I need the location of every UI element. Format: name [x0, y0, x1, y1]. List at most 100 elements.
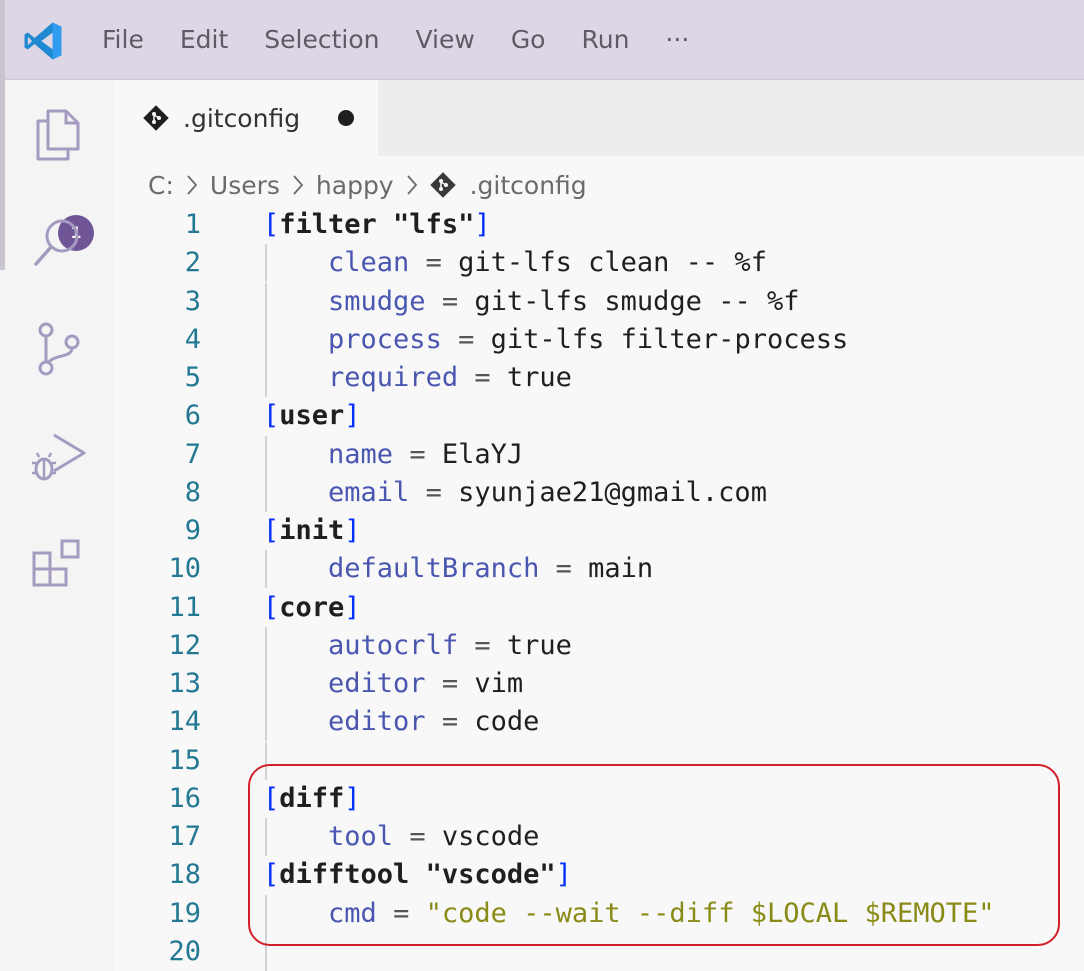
line-number: 8: [184, 476, 201, 508]
unsaved-dot-icon[interactable]: [338, 110, 355, 126]
code-content: name = ElaYJ: [328, 438, 524, 470]
code-line[interactable]: 8 email = syunjae21@gmail.com: [113, 473, 1084, 512]
chevron-right-icon: [293, 175, 304, 195]
breadcrumb: C: Users happy .gitconfig: [148, 166, 587, 204]
menu-edit[interactable]: Edit: [162, 0, 246, 80]
code-content: [filter "lfs"]: [263, 206, 491, 244]
line-number: 14: [168, 706, 201, 738]
menu-bar: File Edit Selection View Go Run ···: [84, 0, 707, 80]
breadcrumb-file[interactable]: .gitconfig: [470, 171, 587, 200]
config-value: git-lfs smudge -- %f: [474, 285, 800, 317]
bracket-open: [: [263, 209, 280, 240]
breadcrumb-happy[interactable]: happy: [316, 171, 394, 200]
menu-file[interactable]: File: [84, 0, 162, 80]
activity-bar: 1: [0, 80, 113, 971]
code-content: clean = git-lfs clean -- %f: [328, 247, 767, 279]
line-number: 1: [184, 209, 201, 240]
code-line[interactable]: 9 [init]: [113, 512, 1084, 550]
code-line[interactable]: 5 required = true: [113, 359, 1084, 397]
line-number: 5: [184, 362, 201, 393]
menu-view[interactable]: View: [397, 0, 492, 80]
line-number: 6: [184, 400, 201, 432]
tab-label: .gitconfig: [183, 103, 301, 133]
config-value: true: [506, 362, 572, 393]
highlight-annotation-box: [248, 764, 1060, 946]
code-content: smudge = git-lfs smudge -- %f: [328, 285, 800, 317]
section-name: filter "lfs": [279, 209, 475, 240]
search-icon[interactable]: [28, 212, 88, 272]
code-content: defaultBranch = main: [328, 553, 654, 585]
code-content: required = true: [328, 362, 572, 393]
code-content: autocrlf = true: [328, 629, 572, 661]
section-name: init: [279, 515, 345, 546]
code-line[interactable]: 3 smudge = git-lfs smudge -- %f: [113, 282, 1084, 321]
config-key: name: [328, 438, 394, 470]
menu-go[interactable]: Go: [493, 0, 564, 80]
source-control-icon[interactable]: [28, 318, 88, 378]
config-value: main: [588, 553, 654, 585]
code-line[interactable]: 11 [core]: [113, 589, 1084, 627]
config-key: email: [328, 476, 410, 508]
config-value: true: [506, 629, 572, 661]
run-debug-icon[interactable]: [28, 427, 88, 487]
config-key: smudge: [328, 285, 426, 317]
bracket-close: ]: [344, 400, 361, 432]
chevron-right-icon: [406, 175, 417, 195]
config-key: required: [328, 362, 459, 393]
code-line[interactable]: 2 clean = git-lfs clean -- %f: [113, 244, 1084, 283]
bracket-close: ]: [344, 591, 361, 623]
line-number: 16: [168, 782, 201, 814]
chevron-right-icon: [187, 175, 198, 195]
bracket-open: [: [263, 515, 280, 546]
git-file-icon: [429, 172, 456, 198]
config-value: git-lfs clean -- %f: [458, 247, 767, 279]
code-line[interactable]: 6 [user]: [113, 397, 1084, 435]
config-key: clean: [328, 247, 410, 279]
breadcrumb-users[interactable]: Users: [210, 171, 280, 200]
git-file-icon: [143, 105, 169, 131]
code-line[interactable]: 14 editor = code: [113, 703, 1084, 742]
code-content: [user]: [263, 397, 361, 435]
code-content: process = git-lfs filter-process: [328, 323, 849, 355]
section-name: core: [279, 591, 345, 623]
menu-selection[interactable]: Selection: [246, 0, 397, 80]
config-key: defaultBranch: [328, 553, 540, 585]
config-value: syunjae21@gmail.com: [458, 476, 767, 508]
bracket-open: [: [263, 400, 280, 432]
line-number: 20: [168, 935, 201, 967]
line-number: 2: [184, 247, 201, 279]
line-number: 18: [168, 859, 201, 891]
code-line[interactable]: 1 [filter "lfs"]: [113, 206, 1084, 244]
bracket-close: ]: [474, 209, 491, 240]
title-bar: File Edit Selection View Go Run ···: [0, 0, 1084, 80]
breadcrumb-drive[interactable]: C:: [148, 171, 174, 200]
more-menu-button[interactable]: ···: [647, 0, 707, 80]
config-value: git-lfs filter-process: [490, 323, 849, 355]
line-number: 17: [168, 821, 201, 852]
line-number: 12: [168, 629, 201, 661]
line-number: 11: [168, 591, 201, 623]
config-key: process: [328, 323, 442, 355]
code-line[interactable]: 10 defaultBranch = main: [113, 550, 1084, 589]
code-content: editor = code: [328, 706, 540, 738]
code-content: editor = vim: [328, 668, 524, 699]
code-line[interactable]: 13 editor = vim: [113, 665, 1084, 703]
bracket-open: [: [263, 591, 280, 623]
section-name: user: [279, 400, 345, 432]
tab-gitconfig[interactable]: .gitconfig: [113, 80, 378, 156]
line-number: 15: [168, 744, 201, 776]
code-content: [core]: [263, 589, 361, 627]
line-number: 4: [184, 323, 201, 355]
vscode-logo-icon[interactable]: [22, 20, 64, 62]
code-content: email = syunjae21@gmail.com: [328, 476, 767, 508]
menu-run[interactable]: Run: [563, 0, 647, 80]
code-line[interactable]: 12 autocrlf = true: [113, 626, 1084, 665]
code-line[interactable]: 7 name = ElaYJ: [113, 435, 1084, 474]
explorer-icon[interactable]: [28, 105, 88, 165]
code-line[interactable]: 4 process = git-lfs filter-process: [113, 320, 1084, 359]
config-value: ElaYJ: [441, 438, 524, 470]
bracket-close: ]: [344, 515, 361, 546]
line-number: 3: [184, 285, 201, 317]
line-number: 13: [168, 668, 201, 699]
extensions-icon[interactable]: [28, 535, 88, 595]
